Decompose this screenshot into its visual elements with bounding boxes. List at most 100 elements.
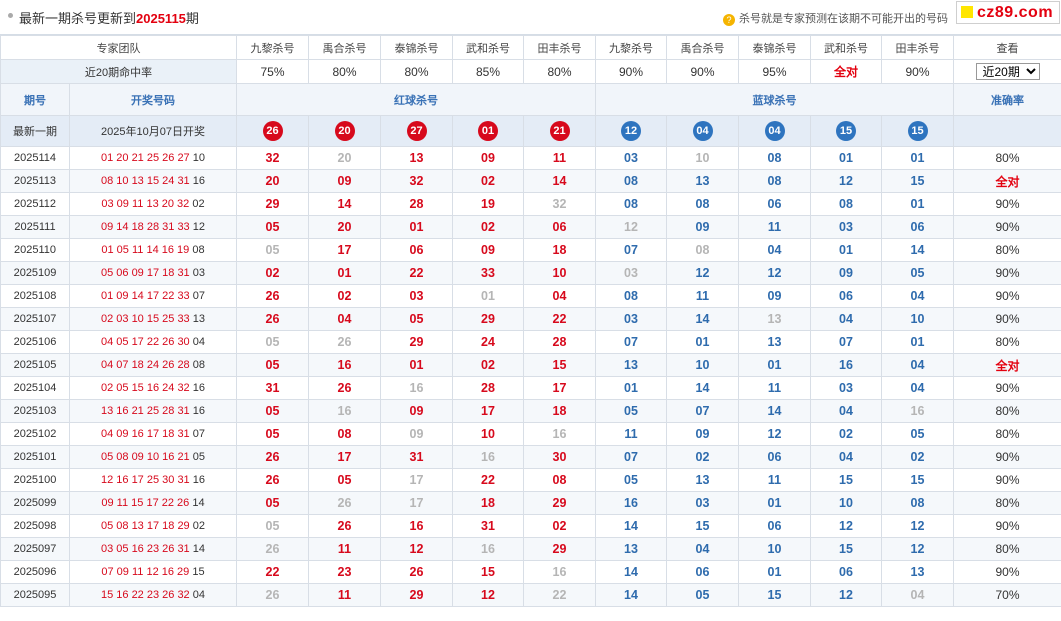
- blue-kill-number: 05: [595, 468, 667, 492]
- red-kill-number: 01: [452, 284, 524, 308]
- draw-numbers: 02 03 10 15 25 33 13: [69, 307, 237, 331]
- blue-kill-number: 03: [810, 376, 882, 400]
- blue-kill-number: 12: [595, 215, 667, 239]
- blue-kill-number: 12: [810, 514, 882, 538]
- draw-blue-number: 13: [192, 313, 205, 325]
- expert-hit-rate: 90%: [881, 59, 954, 84]
- blue-kill-number: 10: [881, 307, 954, 331]
- draw-red-numbers: 07 09 11 12 16 29: [101, 566, 190, 578]
- table-row: 2025114 01 20 21 25 26 27 10 32 20 13 09 11 03 1…: [0, 146, 1061, 170]
- red-ball: 01: [478, 121, 498, 141]
- blue-kill-number: 06: [881, 215, 954, 239]
- issue-number: 2025107: [0, 307, 70, 331]
- blue-kill-number: 04: [666, 537, 739, 561]
- red-kill-number: 15: [452, 560, 524, 584]
- blue-kill-number: 12: [881, 514, 954, 538]
- table-row: 2025099 09 11 15 17 22 26 14 05 26 17 18 29 16 0…: [0, 491, 1061, 515]
- red-kill-number: 04: [523, 284, 596, 308]
- red-kill-number: 29: [380, 330, 453, 354]
- draw-numbers: 05 08 13 17 18 29 02: [69, 514, 237, 538]
- draw-blue-number: 15: [192, 566, 205, 578]
- red-kill-number: 01: [308, 261, 381, 285]
- accuracy-value: 70%: [953, 583, 1061, 607]
- kill-number-table: 专家团队 九黎杀号 禹合杀号 泰锦杀号 武和杀号 田丰杀号 九黎杀号 禹合杀号 泰锦杀号 武和杀号…: [0, 35, 1061, 607]
- blue-kill-number: 08: [666, 192, 739, 216]
- draw-numbers: 04 05 17 22 26 30 04: [69, 330, 237, 354]
- blue-kill-number: 06: [666, 560, 739, 584]
- accuracy-value: 90%: [953, 307, 1061, 331]
- blue-kill-number: 11: [738, 468, 811, 492]
- draw-blue-number: 12: [192, 221, 205, 233]
- red-kill-number: 16: [380, 376, 453, 400]
- blue-kill-number: 01: [738, 353, 811, 377]
- red-kill-number: 02: [308, 284, 381, 308]
- draw-red-numbers: 03 09 11 13 20 32: [101, 198, 190, 210]
- blue-kill-number: 03: [595, 261, 667, 285]
- table-row: 2025104 02 05 15 16 24 32 16 31 26 16 28 17 01 1…: [0, 376, 1061, 400]
- red-kill-number: 02: [452, 169, 524, 193]
- red-kill-number: 11: [523, 146, 596, 170]
- red-kill-number: 01: [380, 215, 453, 239]
- blue-kill-number: 13: [738, 330, 811, 354]
- accuracy-value: 90%: [953, 468, 1061, 492]
- top-bar: 最新一期杀号更新到2025115期 ? 杀号就是专家预测在该期不可能开出的号码 c…: [0, 0, 1061, 35]
- red-kill-number: 01: [380, 353, 453, 377]
- red-kill-number: 02: [523, 514, 596, 538]
- latest-row: 最新一期 2025年10月07日开奖 26 20 27 01 21 12 04 04 15 15: [0, 115, 1061, 147]
- site-logo[interactable]: cz89.com: [956, 1, 1060, 24]
- draw-red-numbers: 09 14 18 28 31 33: [100, 221, 190, 233]
- accuracy-value: 90%: [953, 376, 1061, 400]
- draw-red-numbers: 05 08 13 17 18 29: [100, 520, 190, 532]
- table-row: 2025112 03 09 11 13 20 32 02 29 14 28 19 32 08 0…: [0, 192, 1061, 216]
- red-kill-number: 22: [380, 261, 453, 285]
- blue-kill-number: 15: [810, 468, 882, 492]
- draw-red-numbers: 13 16 21 25 28 31: [100, 405, 190, 417]
- table-row: 2025110 01 05 11 14 16 19 08 05 17 06 09 18 07 0…: [0, 238, 1061, 262]
- blue-ball: 15: [836, 121, 856, 141]
- red-ball: 27: [406, 121, 427, 141]
- table-row: 2025102 04 09 16 17 18 31 07 05 08 09 10 16 11 0…: [0, 422, 1061, 446]
- draw-numbers: 13 16 21 25 28 31 16: [69, 399, 237, 423]
- blue-kill-number: 04: [881, 353, 954, 377]
- red-kill-number: 05: [236, 399, 309, 423]
- blue-kill-number: 16: [595, 491, 667, 515]
- red-kill-number: 12: [380, 537, 453, 561]
- red-kill-number: 26: [236, 468, 309, 492]
- rate-row: 近20期命中率 75% 80% 80% 85% 80% 90% 90% 95% 全对 90% 近20期: [0, 59, 1061, 84]
- red-ball: 21: [549, 121, 570, 141]
- latest-blue-cell: 15: [881, 115, 954, 147]
- blue-kill-number: 11: [738, 215, 811, 239]
- period-select[interactable]: 近20期: [975, 63, 1040, 80]
- expert-hit-rate: 90%: [666, 59, 739, 84]
- expert-name: 九黎杀号: [595, 35, 667, 60]
- issue-number: 2025101: [0, 445, 70, 469]
- expert-name: 田丰杀号: [881, 35, 954, 60]
- red-kill-number: 26: [380, 560, 453, 584]
- draw-red-numbers: 01 09 14 17 22 33: [100, 290, 190, 302]
- draw-blue-number: 02: [192, 198, 205, 210]
- accuracy-value: 90%: [953, 261, 1061, 285]
- blue-kill-number: 14: [738, 399, 811, 423]
- blue-kill-number: 02: [881, 445, 954, 469]
- accuracy-value: 90%: [953, 445, 1061, 469]
- blue-kill-number: 09: [666, 422, 739, 446]
- blue-kill-number: 14: [666, 307, 739, 331]
- issue-number: 2025105: [0, 353, 70, 377]
- blue-kill-number: 14: [595, 560, 667, 584]
- latest-red-cell: 01: [452, 115, 524, 147]
- blue-kill-number: 11: [666, 284, 739, 308]
- red-kill-number: 13: [380, 146, 453, 170]
- red-kill-number: 17: [380, 491, 453, 515]
- blue-kill-number: 10: [738, 537, 811, 561]
- draw-red-numbers: 08 10 13 15 24 31: [100, 175, 190, 187]
- bullet-icon: [8, 13, 13, 18]
- red-kill-number: 32: [380, 169, 453, 193]
- red-kill-number: 17: [523, 376, 596, 400]
- latest-label: 最新一期: [0, 115, 70, 147]
- red-kill-number: 09: [308, 169, 381, 193]
- draw-numbers: 03 05 16 23 26 31 14: [69, 537, 237, 561]
- blue-kill-number: 12: [738, 422, 811, 446]
- red-kill-number: 26: [308, 491, 381, 515]
- blue-kill-number: 01: [881, 146, 954, 170]
- table-row: 2025095 15 16 22 23 26 32 04 26 11 29 12 22 14 0…: [0, 583, 1061, 607]
